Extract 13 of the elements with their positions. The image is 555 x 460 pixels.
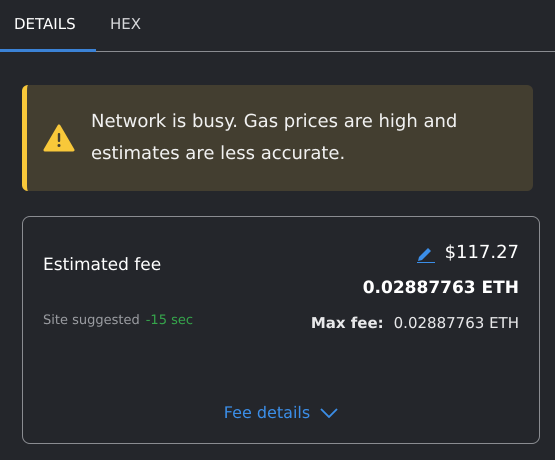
fiat-amount: $117.27	[444, 241, 519, 265]
alert-message: Network is busy. Gas prices are high and estimates are less accurate.	[91, 110, 458, 166]
eth-amount: 0.02887763 ETH	[362, 277, 519, 300]
max-fee-label: Max fee:	[310, 312, 384, 334]
source-label: Site suggested	[43, 312, 140, 330]
max-fee-value: 0.02887763 ETH	[394, 312, 519, 334]
wait-time: -15 sec	[146, 312, 194, 330]
chevron-down-icon	[320, 408, 338, 418]
estimated-fee-label: Estimated fee	[43, 254, 162, 277]
tab[interactable]: HEX	[96, 0, 192, 52]
fee-details-link[interactable]: Fee details	[224, 401, 338, 425]
tab[interactable]: DETAILS	[0, 0, 96, 52]
warning-icon	[43, 124, 75, 152]
